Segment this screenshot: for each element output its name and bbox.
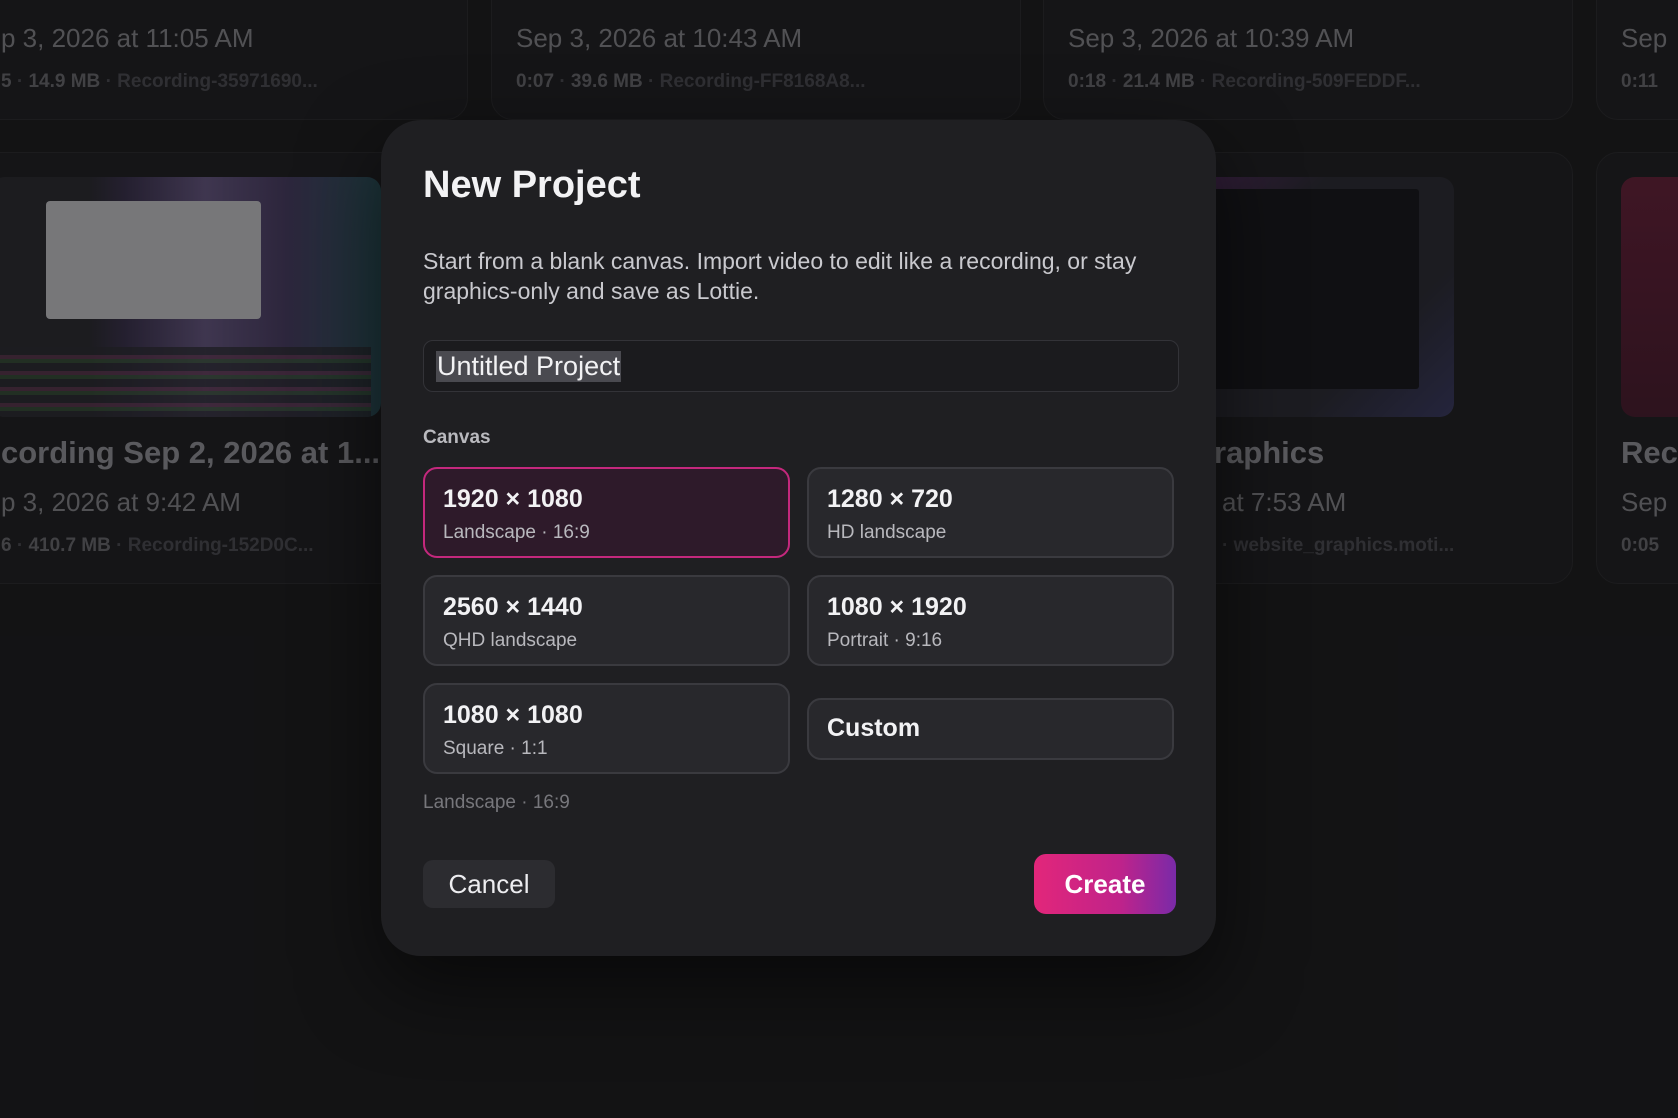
dialog-description: Start from a blank canvas. Import video …	[423, 248, 1137, 304]
canvas-option-dimensions: 1920 × 1080	[443, 485, 583, 513]
canvas-option-description: Portrait · 9:16	[827, 630, 943, 651]
dialog-title: New Project	[423, 164, 641, 206]
canvas-option-custom[interactable]: Custom	[807, 698, 1174, 760]
canvas-option-description: QHD landscape	[443, 630, 578, 651]
app-window: p 3, 2026 at 11:05 AM 5 · 14.9 MB · Reco…	[0, 0, 1678, 1118]
canvas-option-description: Landscape · 16:9	[443, 522, 590, 543]
canvas-option-dimensions: 1080 × 1080	[443, 701, 583, 729]
canvas-option-1280x720[interactable]: 1280 × 720 HD landscape	[807, 467, 1174, 558]
canvas-option-1080x1080[interactable]: 1080 × 1080 Square · 1:1	[423, 683, 790, 774]
canvas-option-description: Square · 1:1	[443, 738, 548, 759]
selected-canvas-hint: Landscape · 16:9	[423, 792, 570, 813]
canvas-option-description: HD landscape	[827, 522, 947, 543]
canvas-section-label: Canvas	[423, 427, 491, 448]
create-button[interactable]: Create	[1034, 854, 1176, 914]
canvas-option-1920x1080[interactable]: 1920 × 1080 Landscape · 16:9	[423, 467, 790, 558]
new-project-dialog: New Project Start from a blank canvas. I…	[381, 120, 1216, 956]
project-name-input[interactable]: Untitled Project	[423, 340, 1179, 392]
canvas-option-2560x1440[interactable]: 2560 × 1440 QHD landscape	[423, 575, 790, 666]
cancel-button[interactable]: Cancel	[423, 860, 555, 908]
canvas-option-dimensions: 1280 × 720	[827, 485, 953, 513]
canvas-option-dimensions: 1080 × 1920	[827, 593, 967, 621]
project-name-value[interactable]: Untitled Project	[436, 350, 622, 382]
canvas-option-dimensions: 2560 × 1440	[443, 593, 583, 621]
canvas-option-dimensions: Custom	[827, 714, 921, 742]
canvas-option-1080x1920[interactable]: 1080 × 1920 Portrait · 9:16	[807, 575, 1174, 666]
